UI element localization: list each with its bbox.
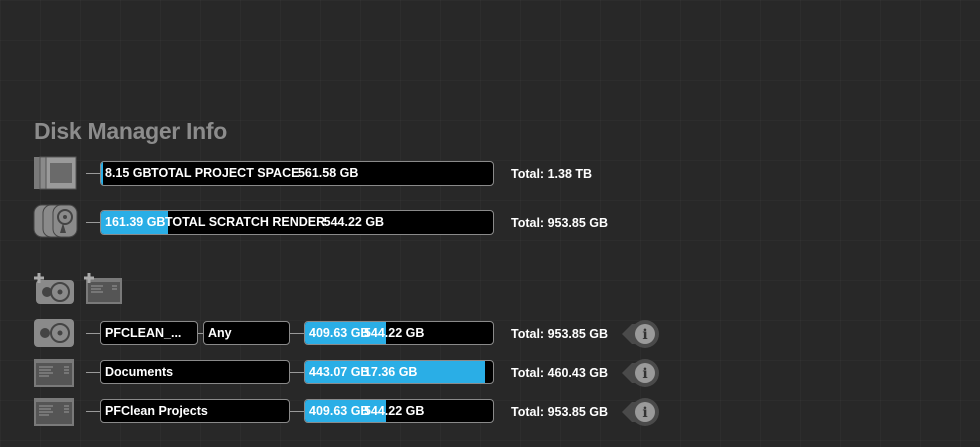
total-label: Total: 953.85 GB [511,405,609,419]
add-folder-icon[interactable] [82,272,124,306]
usage-bar: 409.63 GB 544.22 GB [304,399,494,423]
free-value: 561.58 GB [297,166,359,180]
bar-label: TOTAL SCRATCH RENDER [164,215,326,229]
disk-stack-icon [33,204,78,238]
connector [86,173,100,174]
volume-name: Documents [105,365,174,379]
free-value: 544.22 GB [363,404,425,418]
filter-value: Any [208,326,232,340]
free-value: 544.22 GB [323,215,385,229]
connector [86,333,100,334]
total-label: Total: 1.38 TB [511,167,593,181]
folder-window-icon [34,398,74,426]
connector [290,333,304,334]
folder-window-icon [34,359,74,387]
connector [86,411,100,412]
connector [86,372,100,373]
info-button[interactable]: i [620,358,660,388]
project-stack-icon [34,156,77,190]
info-button[interactable]: i [620,319,660,349]
disk-icon [34,319,74,347]
usage-fill [101,162,104,185]
total-label: Total: 953.85 GB [511,327,609,341]
total-label: Total: 460.43 GB [511,366,609,380]
total-label: Total: 953.85 GB [511,216,609,230]
add-disk-icon[interactable] [32,272,76,306]
svg-text:i: i [642,405,647,421]
used-value: 409.63 GB [309,404,370,418]
page-title: Disk Manager Info [34,118,227,144]
volume-name-field[interactable]: PFCLEAN_... [100,321,198,345]
bar-label: TOTAL PROJECT SPACE [151,166,300,180]
info-button[interactable]: i [620,397,660,427]
filter-select[interactable]: Any [203,321,290,345]
usage-bar: 409.63 GB 544.22 GB [304,321,494,345]
used-value: 161.39 GB [105,215,166,229]
volume-name-field[interactable]: Documents [100,360,290,384]
used-value: 443.07 GB [309,365,370,379]
connector [290,372,304,373]
connector [86,222,100,223]
free-value: 544.22 GB [363,326,425,340]
scratch-render-bar: 161.39 GB TOTAL SCRATCH RENDER 544.22 GB [100,210,494,235]
volume-name: PFClean Projects [105,404,208,418]
volume-name: PFCLEAN_... [105,326,182,340]
connector [290,411,304,412]
usage-bar: 443.07 GB 17.36 GB [304,360,494,384]
project-space-bar: 8.15 GB TOTAL PROJECT SPACE 561.58 GB [100,161,494,186]
used-value: 8.15 GB [105,166,152,180]
used-value: 409.63 GB [309,326,370,340]
svg-text:i: i [642,327,647,343]
free-value: 17.36 GB [363,365,418,379]
volume-name-field[interactable]: PFClean Projects [100,399,290,423]
svg-text:i: i [642,366,647,382]
